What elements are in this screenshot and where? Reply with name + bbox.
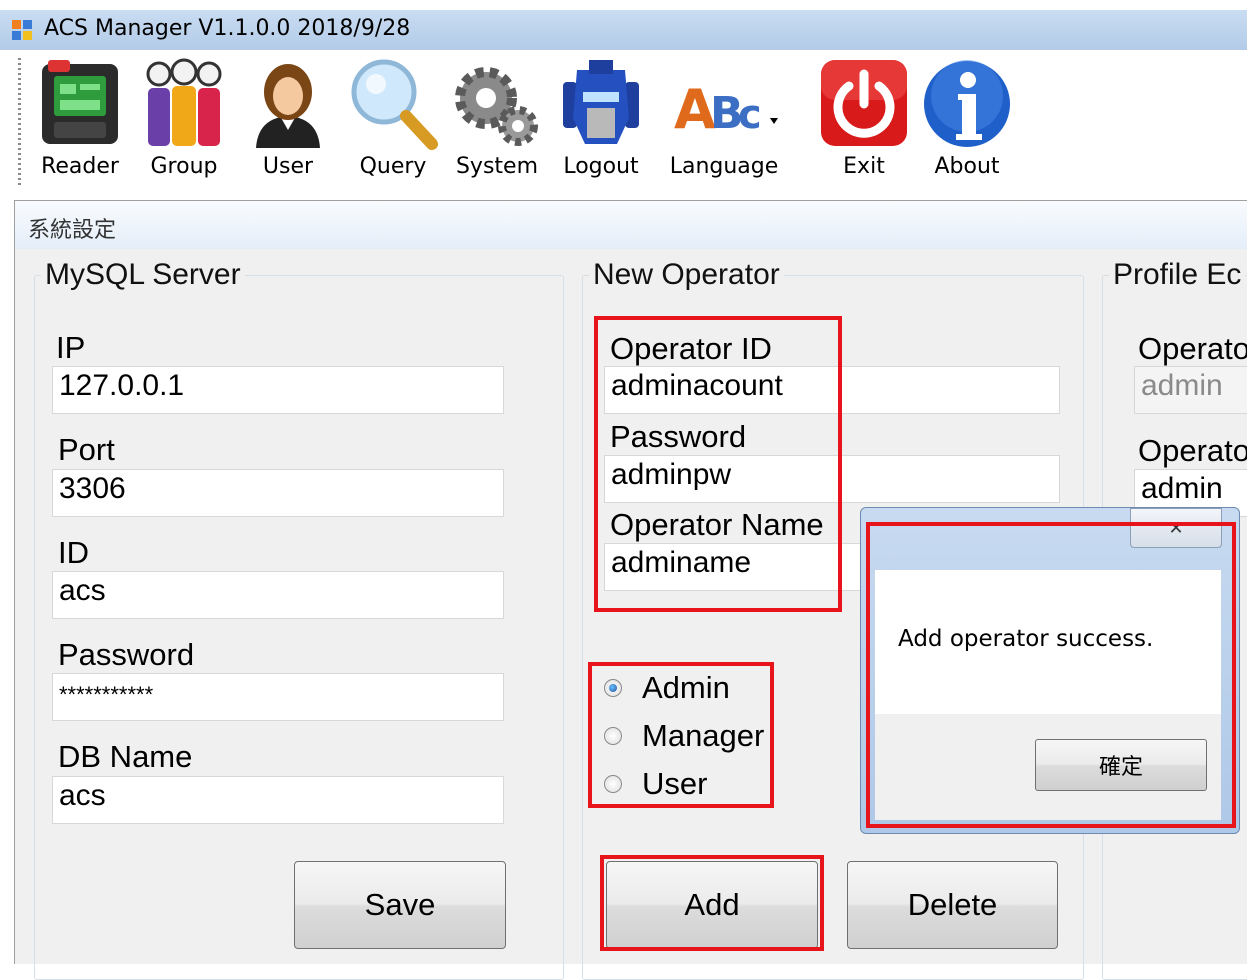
toolbar-logout-button[interactable]: Logout <box>556 58 646 194</box>
save-button[interactable]: Save <box>294 861 506 949</box>
operator-password-label: Password <box>610 419 747 454</box>
db-user-id-input[interactable]: acs <box>52 571 504 619</box>
mysql-server-legend: MySQL Server <box>45 258 241 291</box>
dialog-close-button[interactable]: ✕ <box>1130 508 1222 548</box>
profile-operator-id-label: Operato <box>1138 331 1247 366</box>
add-operator-button[interactable]: Add <box>606 861 818 949</box>
close-icon: ✕ <box>1168 517 1184 539</box>
power-icon <box>821 60 907 146</box>
role-user-label: User <box>642 766 708 801</box>
toolbar-exit-label: Exit <box>843 154 885 179</box>
info-icon <box>924 60 1010 147</box>
radio-user-icon[interactable] <box>604 775 622 793</box>
operator-id-label: Operator ID <box>610 331 772 366</box>
operator-password-input[interactable]: adminpw <box>604 455 1060 503</box>
group-people-icon <box>146 58 222 146</box>
toolbar-query-label: Query <box>359 154 427 179</box>
app-icon <box>12 20 32 40</box>
toolbar-system-button[interactable]: System <box>452 58 542 194</box>
robot-head-icon <box>563 60 639 144</box>
role-radio-admin[interactable]: Admin <box>604 668 730 708</box>
db-password-label: Password <box>58 637 195 672</box>
ip-input[interactable]: 127.0.0.1 <box>52 366 504 414</box>
toolbar-logout-label: Logout <box>563 154 639 179</box>
toolbar-language-button[interactable]: A B c Language <box>660 58 788 194</box>
role-radio-manager[interactable]: Manager <box>604 716 764 756</box>
port-label: Port <box>58 432 115 467</box>
toolbar-about-button[interactable]: About <box>920 58 1014 194</box>
db-name-input[interactable]: acs <box>52 776 504 824</box>
radio-admin-selected-icon[interactable] <box>604 679 622 697</box>
panel-header <box>15 201 1247 249</box>
radio-manager-icon[interactable] <box>604 727 622 745</box>
toolbar-query-button[interactable]: Query <box>346 58 440 194</box>
svg-text:c: c <box>738 92 762 138</box>
db-password-input[interactable]: *********** <box>52 673 504 721</box>
top-strip <box>0 0 1247 10</box>
panel-title: 系統設定 <box>28 218 117 243</box>
toolbar-exit-button[interactable]: Exit <box>818 58 910 194</box>
profile-operator-name-label: Operato <box>1138 433 1247 468</box>
toolbar-language-label: Language <box>669 154 779 179</box>
gears-icon <box>455 67 538 146</box>
toolbar-grip[interactable] <box>18 58 21 188</box>
delete-operator-button[interactable]: Delete <box>847 861 1058 949</box>
db-user-id-label: ID <box>58 535 89 570</box>
db-name-label: DB Name <box>58 739 193 774</box>
role-radio-user[interactable]: User <box>604 764 707 804</box>
window-title: ACS Manager V1.1.0.0 2018/9/28 <box>44 16 411 41</box>
magnifier-icon <box>351 59 438 150</box>
toolbar-about-label: About <box>934 154 1000 179</box>
role-admin-label: Admin <box>642 670 730 705</box>
dialog-ok-button[interactable]: 確定 <box>1035 739 1207 791</box>
operator-id-input[interactable]: adminacount <box>604 366 1060 414</box>
reader-terminal-icon <box>42 60 118 144</box>
toolbar-reader-button[interactable]: Reader <box>30 58 130 194</box>
toolbar-group-label: Group <box>150 154 218 179</box>
role-manager-label: Manager <box>642 718 765 753</box>
toolbar-reader-label: Reader <box>41 154 119 179</box>
toolbar-group-button[interactable]: Group <box>136 58 232 194</box>
operator-name-label: Operator Name <box>610 507 824 542</box>
abc-language-icon: A B c <box>674 78 778 141</box>
port-input[interactable]: 3306 <box>52 469 504 517</box>
new-operator-legend: New Operator <box>593 258 780 291</box>
profile-operator-id-input[interactable]: admin <box>1134 366 1247 414</box>
user-avatar-icon <box>256 64 320 148</box>
ip-label: IP <box>56 330 86 365</box>
toolbar-system-label: System <box>455 154 539 179</box>
profile-edit-legend: Profile Ec <box>1113 258 1242 291</box>
dialog-message: Add operator success. <box>898 626 1154 652</box>
toolbar-user-label: User <box>262 154 314 179</box>
toolbar-user-button[interactable]: User <box>240 58 336 194</box>
